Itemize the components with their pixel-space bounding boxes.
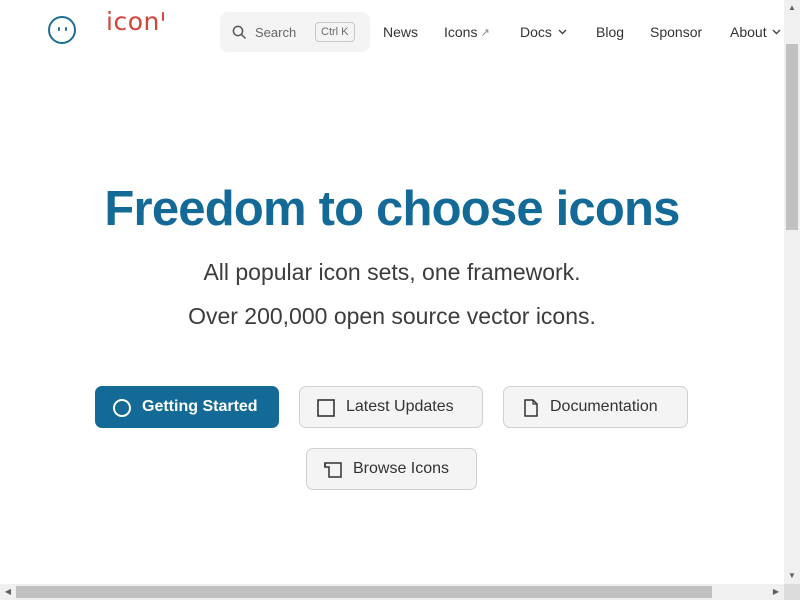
nav-docs[interactable]: Docs [520, 23, 567, 41]
logo-tick-mark [161, 12, 164, 21]
square-icon [317, 399, 335, 417]
browser-window-icon [324, 462, 342, 478]
documentation-label: Documentation [550, 398, 658, 415]
nav-icons[interactable]: Icons ↗ [444, 23, 490, 42]
nav-sponsor[interactable]: Sponsor [650, 23, 702, 41]
logo-text: icon [106, 7, 160, 36]
nav-blog-label: Blog [596, 24, 625, 40]
logo-eye-left [58, 27, 60, 31]
search-placeholder: Search [255, 25, 297, 40]
nav-icons-label: Icons [444, 24, 478, 40]
logo-wordmark[interactable]: icon [106, 7, 164, 37]
nav-about[interactable]: About [730, 23, 781, 41]
nav-about-label: About [730, 24, 767, 40]
search-icon [232, 25, 246, 39]
horizontal-scrollbar[interactable]: ◀ ▶ [0, 584, 784, 600]
logo-eye-right [65, 27, 67, 31]
circle-icon [113, 399, 131, 417]
nav-sponsor-label: Sponsor [650, 24, 703, 40]
scroll-up-arrow-icon[interactable]: ▲ [784, 0, 800, 16]
scroll-right-arrow-icon[interactable]: ▶ [768, 584, 784, 600]
hero-subtitle-line-1: All popular icon sets, one framework. [203, 259, 581, 285]
nav-docs-label: Docs [520, 24, 552, 40]
search-shortcut-hint: Ctrl K [315, 22, 355, 42]
nav-news-label: News [383, 24, 419, 40]
search-button[interactable]: Search Ctrl K [220, 12, 370, 52]
vertical-scrollbar-thumb[interactable] [786, 44, 798, 230]
scrollbar-corner [784, 584, 800, 600]
getting-started-button[interactable]: Getting Started [95, 386, 279, 428]
chevron-down-icon [772, 29, 781, 35]
external-link-arrow-icon: ↗ [480, 27, 490, 39]
hero-title: Freedom to choose icons [104, 182, 680, 236]
browse-icons-label: Browse Icons [353, 460, 450, 477]
document-icon [524, 399, 538, 417]
documentation-button[interactable]: Documentation [503, 386, 688, 428]
chevron-down-icon [558, 29, 567, 35]
browse-icons-button[interactable]: Browse Icons [306, 448, 477, 490]
scroll-down-arrow-icon[interactable]: ▼ [784, 568, 800, 584]
latest-updates-label: Latest Updates [346, 398, 454, 415]
smiley-face-icon[interactable] [48, 16, 76, 44]
nav-blog[interactable]: Blog [596, 23, 624, 41]
scroll-left-arrow-icon[interactable]: ◀ [0, 584, 16, 600]
nav-news[interactable]: News [383, 23, 418, 41]
site-header: icon Search Ctrl K News Icons ↗ Docs Blog… [0, 0, 784, 64]
hero-subtitle-line-2: Over 200,000 open source vector icons. [188, 303, 596, 329]
getting-started-label: Getting Started [142, 398, 258, 415]
vertical-scrollbar[interactable]: ▲ ▼ [784, 0, 800, 584]
latest-updates-button[interactable]: Latest Updates [299, 386, 483, 428]
horizontal-scrollbar-thumb[interactable] [16, 586, 712, 598]
browser-viewport: icon Search Ctrl K News Icons ↗ Docs Blog… [0, 0, 800, 600]
